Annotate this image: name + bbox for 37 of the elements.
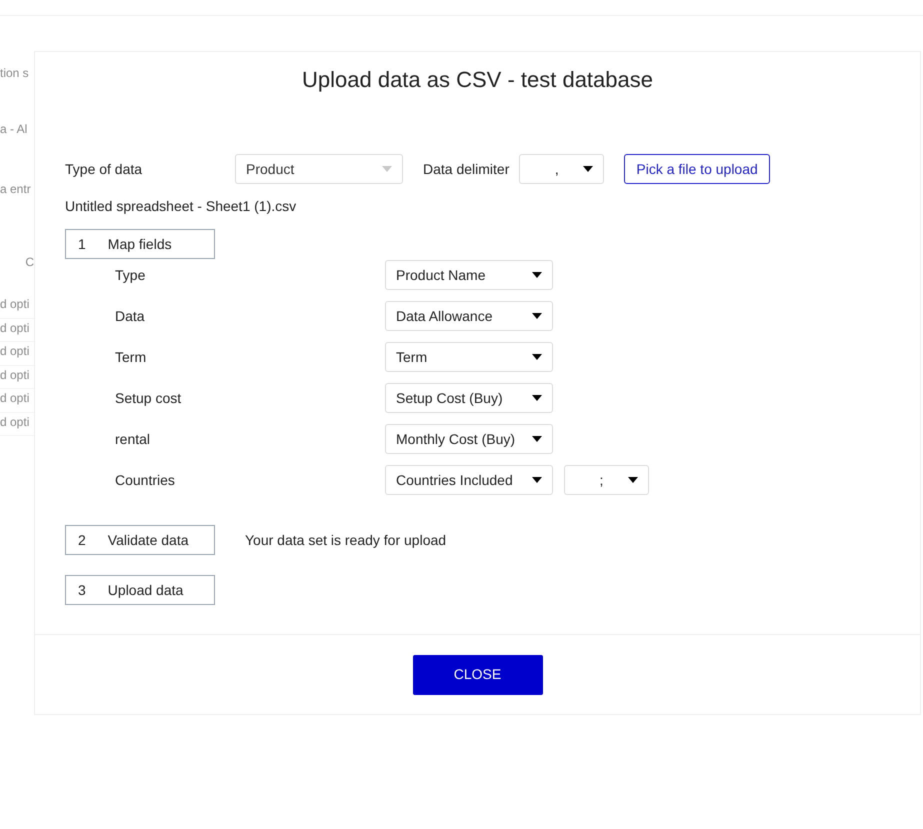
field-label: Data delimiter (423, 160, 510, 178)
caret-icon (583, 166, 594, 172)
field-label: Countries (115, 470, 176, 490)
background-text: a - Al (0, 121, 28, 138)
step-label: 3 Upload data (65, 575, 215, 605)
dropdown[interactable]: Setup Cost (Buy) (385, 383, 553, 413)
dropdown[interactable]: ; (564, 465, 649, 495)
dropdown[interactable]: , (519, 154, 604, 184)
close-button[interactable]: CLOSE (412, 654, 542, 694)
caret-icon (532, 395, 542, 401)
pick-file-button[interactable]: Pick a file to upload (624, 154, 770, 184)
field-label: Term (115, 348, 148, 366)
caret-icon (628, 477, 638, 483)
dropdown[interactable]: Data Allowance (385, 301, 553, 331)
caret-icon (532, 313, 542, 319)
caret-icon (532, 477, 542, 483)
dialog-title: Upload data as CSV - test database (301, 66, 654, 94)
dropdown[interactable]: Monthly Cost (Buy) (385, 424, 553, 454)
field-label: rental (115, 430, 152, 448)
dropdown[interactable]: Term (385, 342, 553, 372)
step-label: 2 Validate data (65, 525, 215, 555)
caret-icon (532, 354, 542, 360)
background-text: C (24, 254, 34, 271)
step-label: 1 Map fields (65, 229, 215, 259)
caret-icon (532, 272, 542, 278)
field-label: Type of data (65, 160, 144, 179)
field-label: Data (115, 306, 146, 326)
background-text: a entr (0, 181, 32, 198)
field-label: Type (115, 266, 146, 285)
caret-icon (532, 436, 542, 442)
dropdown[interactable]: Product Name (385, 260, 553, 290)
dropdown[interactable]: Countries Included (385, 465, 553, 495)
validation-message: Your data set is ready for upload (245, 530, 446, 550)
background-text: tion s (0, 65, 30, 82)
caret-icon (382, 166, 392, 172)
field-label: Setup cost (115, 388, 182, 408)
file-name: Untitled spreadsheet - Sheet1 (1).csv (65, 197, 298, 216)
